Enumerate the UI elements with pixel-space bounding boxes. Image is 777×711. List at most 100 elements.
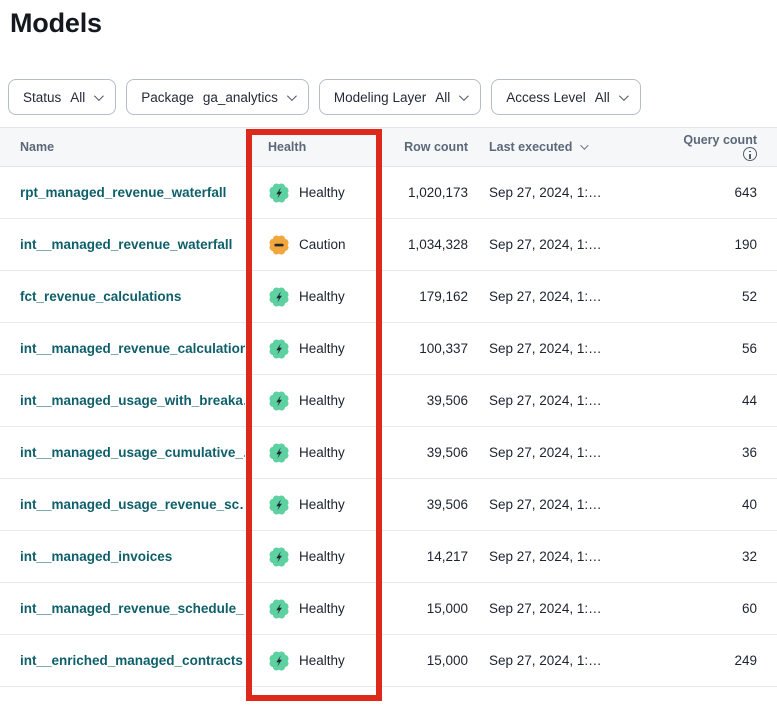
- filter-access-level[interactable]: Access Level All: [491, 79, 641, 115]
- row-count-cell: 14,217: [383, 549, 468, 564]
- row-count-cell: 100,337: [383, 341, 468, 356]
- model-name-link[interactable]: int__managed_usage_with_breaka…: [20, 393, 245, 408]
- health-label: Caution: [299, 237, 346, 252]
- health-status-icon: [268, 338, 290, 360]
- model-name-link[interactable]: rpt_managed_revenue_waterfall: [20, 185, 226, 200]
- row-count-cell: 1,034,328: [383, 237, 468, 252]
- row-count-cell: 15,000: [383, 653, 468, 668]
- column-header-query-count-label: Query count: [683, 133, 757, 147]
- health-label: Healthy: [299, 653, 345, 668]
- last-executed-cell: Sep 27, 2024, 1:…: [468, 237, 671, 252]
- chevron-down-icon: [287, 91, 297, 101]
- filter-package-label: Package: [141, 90, 194, 105]
- model-name-link[interactable]: int__enriched_managed_contracts: [20, 653, 243, 668]
- health-status-icon: [268, 390, 290, 412]
- table-row: int__managed_usage_cumulative_… Healthy …: [0, 427, 777, 479]
- health-label: Healthy: [299, 341, 345, 356]
- column-header-name: Name: [0, 140, 245, 154]
- health-label: Healthy: [299, 393, 345, 408]
- health-status-icon: [268, 234, 290, 256]
- query-count-cell: 44: [671, 393, 777, 408]
- column-header-health: Health: [245, 140, 383, 154]
- chevron-down-icon: [619, 91, 629, 101]
- filter-access-level-label: Access Level: [506, 90, 586, 105]
- health-status-icon: [268, 442, 290, 464]
- health-status-icon: [268, 494, 290, 516]
- filter-package-value: ga_analytics: [203, 90, 278, 105]
- table-row: fct_revenue_calculations Healthy 179,162…: [0, 271, 777, 323]
- row-count-cell: 39,506: [383, 497, 468, 512]
- last-executed-cell: Sep 27, 2024, 1:…: [468, 341, 671, 356]
- query-count-cell: 52: [671, 289, 777, 304]
- filter-bar: Status All Package ga_analytics Modeling…: [8, 79, 777, 115]
- model-name-link[interactable]: int__managed_revenue_schedule_…: [20, 601, 245, 616]
- query-count-cell: 60: [671, 601, 777, 616]
- page-title: Models: [10, 8, 777, 39]
- table-row: rpt_managed_revenue_waterfall Healthy 1,…: [0, 167, 777, 219]
- table-row: int__managed_revenue_waterfall Caution 1…: [0, 219, 777, 271]
- health-label: Healthy: [299, 185, 345, 200]
- table-row: int__managed_revenue_calculations Health…: [0, 323, 777, 375]
- last-executed-cell: Sep 27, 2024, 1:…: [468, 185, 671, 200]
- health-label: Healthy: [299, 289, 345, 304]
- row-count-cell: 1,020,173: [383, 185, 468, 200]
- row-count-cell: 15,000: [383, 601, 468, 616]
- filter-status-value: All: [70, 90, 85, 105]
- model-name-link[interactable]: int__managed_revenue_calculations: [20, 341, 245, 356]
- model-name-link[interactable]: fct_revenue_calculations: [20, 289, 181, 304]
- table-row: int__managed_usage_revenue_sc… Healthy 3…: [0, 479, 777, 531]
- models-table: Name Health Row count Last executed Quer…: [0, 127, 777, 687]
- table-body: rpt_managed_revenue_waterfall Healthy 1,…: [0, 167, 777, 687]
- column-header-last-executed[interactable]: Last executed: [468, 140, 671, 154]
- query-count-cell: 32: [671, 549, 777, 564]
- last-executed-cell: Sep 27, 2024, 1:…: [468, 653, 671, 668]
- query-count-cell: 56: [671, 341, 777, 356]
- model-name-link[interactable]: int__managed_invoices: [20, 549, 172, 564]
- filter-status[interactable]: Status All: [8, 79, 116, 115]
- row-count-cell: 179,162: [383, 289, 468, 304]
- filter-package[interactable]: Package ga_analytics: [126, 79, 309, 115]
- query-count-cell: 190: [671, 237, 777, 252]
- last-executed-cell: Sep 27, 2024, 1:…: [468, 601, 671, 616]
- table-row: int__managed_usage_with_breaka… Healthy …: [0, 375, 777, 427]
- filter-modeling-layer[interactable]: Modeling Layer All: [319, 79, 481, 115]
- health-status-icon: [268, 650, 290, 672]
- health-label: Healthy: [299, 497, 345, 512]
- chevron-down-icon: [459, 91, 469, 101]
- query-count-cell: 36: [671, 445, 777, 460]
- model-name-link[interactable]: int__managed_usage_revenue_sc…: [20, 497, 245, 512]
- last-executed-cell: Sep 27, 2024, 1:…: [468, 445, 671, 460]
- query-count-cell: 249: [671, 653, 777, 668]
- query-count-cell: 40: [671, 497, 777, 512]
- info-icon[interactable]: [743, 147, 757, 161]
- health-status-icon: [268, 286, 290, 308]
- model-name-link[interactable]: int__managed_usage_cumulative_…: [20, 445, 245, 460]
- filter-status-label: Status: [23, 90, 61, 105]
- table-row: int__managed_invoices Healthy 14,217 Sep…: [0, 531, 777, 583]
- table-row: int__enriched_managed_contracts Healthy …: [0, 635, 777, 687]
- filter-modeling-layer-value: All: [435, 90, 450, 105]
- last-executed-cell: Sep 27, 2024, 1:…: [468, 289, 671, 304]
- row-count-cell: 39,506: [383, 445, 468, 460]
- table-row: int__managed_revenue_schedule_… Healthy …: [0, 583, 777, 635]
- chevron-down-icon: [94, 91, 104, 101]
- table-header-row: Name Health Row count Last executed Quer…: [0, 127, 777, 167]
- health-status-icon: [268, 598, 290, 620]
- health-label: Healthy: [299, 549, 345, 564]
- health-status-icon: [268, 546, 290, 568]
- query-count-cell: 643: [671, 185, 777, 200]
- filter-modeling-layer-label: Modeling Layer: [334, 90, 426, 105]
- column-header-query-count: Query count: [671, 133, 777, 161]
- row-count-cell: 39,506: [383, 393, 468, 408]
- filter-access-level-value: All: [595, 90, 610, 105]
- health-label: Healthy: [299, 445, 345, 460]
- column-header-row-count: Row count: [383, 140, 468, 154]
- health-status-icon: [268, 182, 290, 204]
- sort-chevron-icon: [581, 141, 589, 149]
- model-name-link[interactable]: int__managed_revenue_waterfall: [20, 237, 232, 252]
- column-header-last-executed-label: Last executed: [489, 140, 572, 154]
- last-executed-cell: Sep 27, 2024, 1:…: [468, 393, 671, 408]
- last-executed-cell: Sep 27, 2024, 1:…: [468, 497, 671, 512]
- last-executed-cell: Sep 27, 2024, 1:…: [468, 549, 671, 564]
- health-label: Healthy: [299, 601, 345, 616]
